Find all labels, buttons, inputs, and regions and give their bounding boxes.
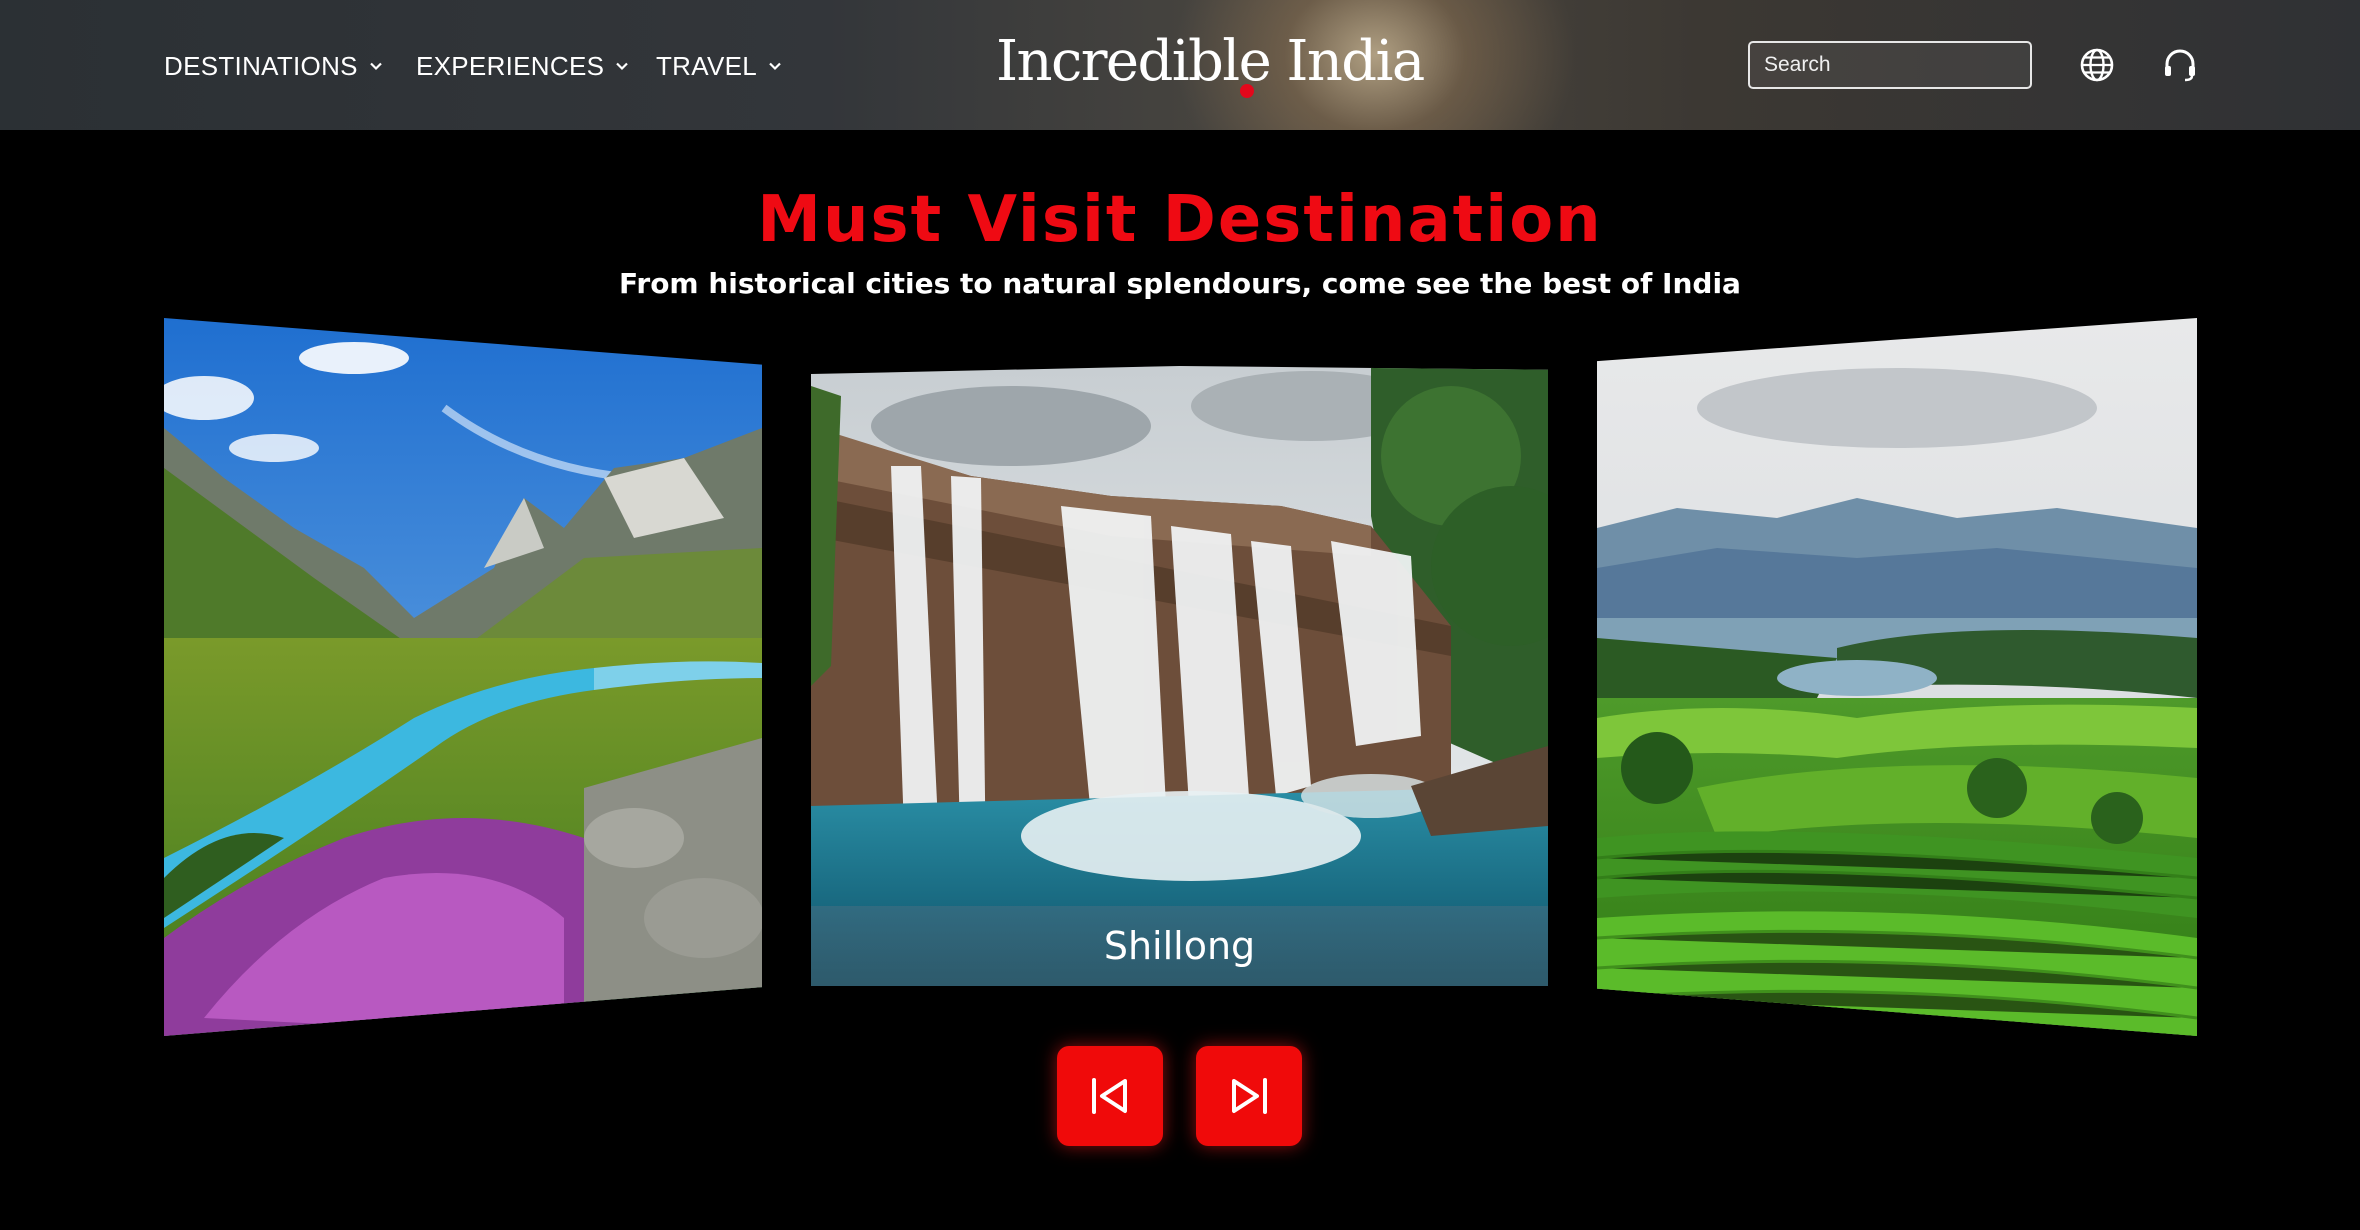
top-navigation-bar: DESTINATIONS EXPERIENCES TRAVEL Incredib…: [0, 0, 2360, 130]
globe-icon[interactable]: [2078, 46, 2116, 84]
page: DESTINATIONS EXPERIENCES TRAVEL Incredib…: [0, 0, 2360, 1230]
caption-bar: Shillong: [811, 906, 1548, 986]
section-subtitle: From historical cities to natural splend…: [619, 267, 1741, 300]
chevron-down-icon: [616, 62, 629, 71]
chevron-down-icon: [769, 62, 781, 71]
nav-travel-label: TRAVEL: [656, 50, 758, 81]
previous-button[interactable]: [1057, 1046, 1163, 1146]
nav-experiences[interactable]: EXPERIENCES: [416, 46, 630, 86]
incredible-india-logo[interactable]: Incredible India: [996, 22, 1425, 102]
nav-experiences-label: EXPERIENCES: [416, 50, 605, 81]
search-box[interactable]: [1748, 41, 2035, 89]
skip-next-icon: [1232, 1078, 1267, 1114]
nav-destinations-label: DESTINATIONS: [164, 50, 358, 81]
destination-card-right[interactable]: [1597, 318, 2197, 1036]
search-input[interactable]: [1764, 53, 2035, 77]
headset-icon[interactable]: [2161, 46, 2199, 84]
nav-travel[interactable]: TRAVEL: [656, 46, 783, 86]
section-title: Must Visit Destination: [757, 183, 1603, 257]
skip-previous-icon: [1092, 1078, 1127, 1114]
nav-destinations[interactable]: DESTINATIONS: [164, 46, 384, 86]
waterfall-image: [811, 366, 1548, 986]
alpine-meadow-image: [164, 318, 762, 1036]
destination-card-center[interactable]: Shillong: [811, 366, 1548, 986]
tea-hills-image: [1597, 318, 2197, 1036]
logo-red-dot: [1240, 84, 1254, 98]
destination-card-left[interactable]: [164, 318, 762, 1036]
destination-caption: Shillong: [1103, 924, 1256, 968]
chevron-down-icon: [370, 62, 382, 71]
next-button[interactable]: [1196, 1046, 1302, 1146]
logo-text: Incredible India: [996, 29, 1425, 94]
